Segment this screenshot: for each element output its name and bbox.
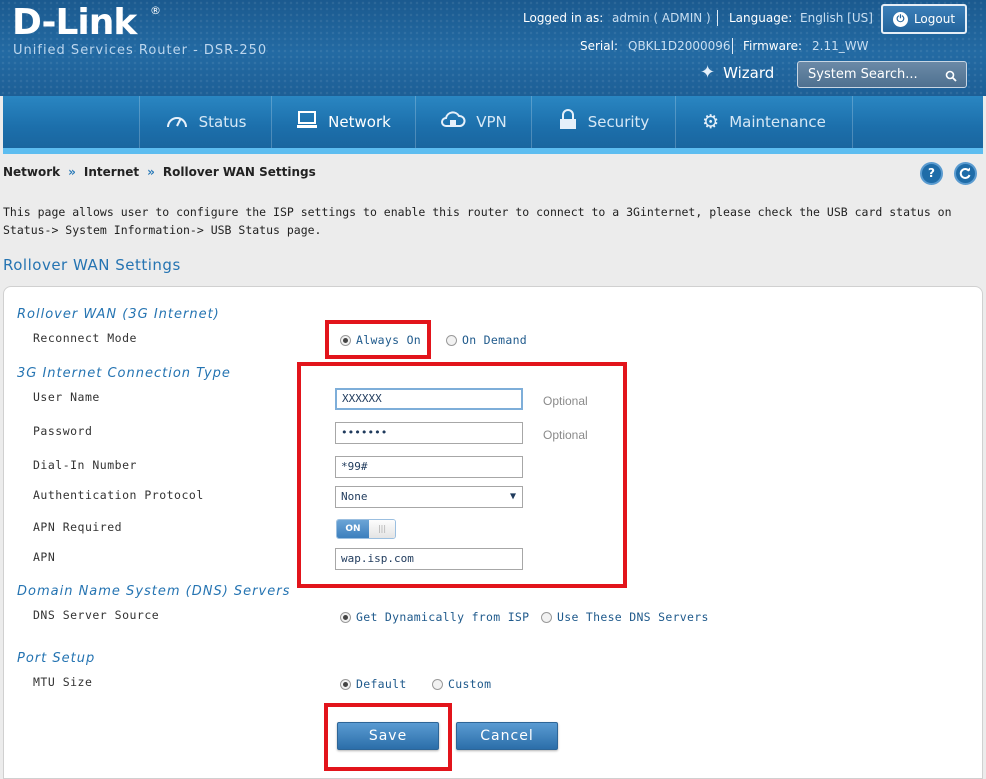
radio-indicator xyxy=(432,678,443,690)
language-selector[interactable]: English [US] xyxy=(800,11,873,25)
radio-dns-custom[interactable]: Use These DNS Servers xyxy=(541,610,709,624)
nav-label: Security xyxy=(587,113,650,131)
firmware-value: 2.11_WW xyxy=(812,39,869,53)
section-heading: Rollover WAN Settings xyxy=(3,256,181,274)
search-icon[interactable] xyxy=(945,66,957,91)
monitor-icon xyxy=(296,110,318,135)
nav-status[interactable]: Status xyxy=(139,96,271,148)
nav-accent-strip xyxy=(3,148,983,154)
page-description: This page allows user to configure the I… xyxy=(3,205,952,237)
password-label: Password xyxy=(33,424,93,438)
system-search-input[interactable]: System Search... xyxy=(797,61,967,88)
serial-label: Serial: xyxy=(580,39,618,53)
reconnect-mode-label: Reconnect Mode xyxy=(33,331,137,345)
breadcrumb-separator: » xyxy=(147,165,155,179)
radio-label: Get Dynamically from ISP xyxy=(356,610,530,624)
radio-label: On Demand xyxy=(462,333,528,347)
logged-in-label: Logged in as: xyxy=(523,11,604,25)
nav-security[interactable]: Security xyxy=(531,96,675,148)
radio-indicator xyxy=(541,611,552,623)
authentication-protocol-label: Authentication Protocol xyxy=(33,488,204,502)
user-name-label: User Name xyxy=(33,390,100,404)
refresh-icon[interactable] xyxy=(954,162,977,185)
wizard-link[interactable]: ✦ Wizard xyxy=(700,62,774,83)
logout-button[interactable]: ⏻ Logout xyxy=(881,4,967,34)
group-title-port: Port Setup xyxy=(17,651,96,666)
highlight-reconnect-mode xyxy=(325,320,431,359)
group-title-rollover: Rollover WAN (3G Internet) xyxy=(17,307,220,322)
apn-label: APN xyxy=(33,550,56,564)
magic-wand-icon: ✦ xyxy=(700,62,716,83)
highlight-save-button xyxy=(324,703,452,771)
radio-mtu-custom[interactable]: Custom xyxy=(432,677,491,691)
power-icon: ⏻ xyxy=(892,11,908,27)
product-subtitle: Unified Services Router - DSR-250 xyxy=(13,43,268,58)
search-placeholder: System Search... xyxy=(808,67,918,82)
radio-mtu-default[interactable]: Default xyxy=(340,677,407,691)
divider xyxy=(717,10,718,26)
nav-label: VPN xyxy=(476,113,507,131)
breadcrumb-current: Rollover WAN Settings xyxy=(162,165,316,179)
divider xyxy=(732,38,733,54)
nav-divider xyxy=(852,96,853,148)
radio-label: Use These DNS Servers xyxy=(557,610,709,624)
nav-maintenance[interactable]: ⚙ Maintenance xyxy=(675,96,852,148)
cloud-lock-icon xyxy=(440,110,466,135)
breadcrumb-internet[interactable]: Internet xyxy=(84,165,139,179)
logged-in-user: admin ( ADMIN ) xyxy=(612,11,711,25)
radio-dns-dynamic[interactable]: Get Dynamically from ISP xyxy=(340,610,529,624)
lock-icon xyxy=(558,108,578,136)
nav-network[interactable]: Network xyxy=(271,96,415,148)
breadcrumb: Network » Internet » Rollover WAN Settin… xyxy=(3,165,316,179)
main-nav: Status Network VPN Security ⚙ Maintenanc… xyxy=(3,96,983,148)
nav-vpn[interactable]: VPN xyxy=(415,96,531,148)
help-icon[interactable]: ? xyxy=(920,162,943,185)
radio-label: Default xyxy=(356,677,407,691)
registered-mark: ® xyxy=(150,4,161,17)
nav-label: Maintenance xyxy=(729,113,826,131)
dlink-logo: D-Link xyxy=(12,2,137,43)
breadcrumb-separator: » xyxy=(68,165,76,179)
radio-indicator xyxy=(340,678,351,690)
header-bar: D-Link ® Unified Services Router - DSR-2… xyxy=(0,0,986,96)
radio-indicator xyxy=(340,611,351,623)
radio-on-demand[interactable]: On Demand xyxy=(446,333,527,347)
serial-value: QBKL1D2000096 xyxy=(628,39,731,53)
logout-label: Logout xyxy=(913,12,956,26)
wizard-label: Wizard xyxy=(723,63,775,82)
cancel-button[interactable]: Cancel xyxy=(456,722,558,750)
radio-label: Custom xyxy=(448,677,492,691)
nav-label: Status xyxy=(198,113,247,131)
highlight-connection-settings xyxy=(297,362,627,588)
group-title-connection: 3G Internet Connection Type xyxy=(17,366,231,381)
dashboard-icon xyxy=(165,110,189,135)
radio-indicator xyxy=(446,334,457,346)
dial-in-number-label: Dial-In Number xyxy=(33,458,137,472)
dns-server-source-label: DNS Server Source xyxy=(33,608,160,622)
group-title-dns: Domain Name System (DNS) Servers xyxy=(17,584,291,599)
gears-icon: ⚙ xyxy=(702,111,720,133)
nav-label: Network xyxy=(328,113,391,131)
firmware-label: Firmware: xyxy=(743,39,803,53)
breadcrumb-network[interactable]: Network xyxy=(3,165,60,179)
language-label: Language: xyxy=(729,11,793,25)
apn-required-label: APN Required xyxy=(33,520,123,534)
mtu-size-label: MTU Size xyxy=(33,675,93,689)
